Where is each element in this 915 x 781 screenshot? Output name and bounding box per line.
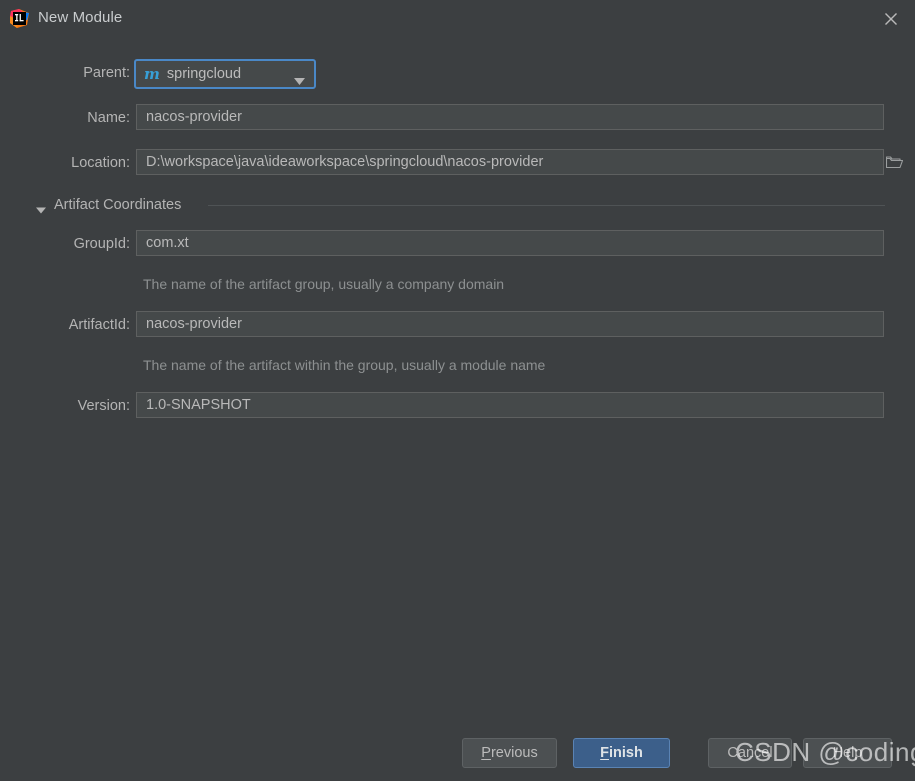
- artifact-id-row: ArtifactId: nacos-provider: [0, 311, 915, 339]
- maven-module-icon: m: [144, 64, 160, 83]
- dialog-title: New Module: [38, 9, 123, 26]
- artifact-id-label: ArtifactId:: [68, 317, 130, 333]
- finish-button-mnemonic: F: [600, 745, 609, 761]
- finish-button[interactable]: Finish: [573, 738, 670, 768]
- parent-row: Parent: m springcloud: [0, 59, 915, 89]
- version-label: Version:: [77, 398, 130, 414]
- intellij-idea-icon: [10, 9, 29, 28]
- artifact-coordinates-header[interactable]: Artifact Coordinates: [0, 195, 915, 215]
- cancel-button[interactable]: Cancel: [708, 738, 792, 768]
- chevron-down-icon: [294, 72, 305, 90]
- parent-label: Parent:: [83, 65, 130, 81]
- triangle-down-icon[interactable]: [36, 201, 46, 219]
- name-row: Name: nacos-provider: [0, 104, 915, 132]
- group-id-row: GroupId: com.xt: [0, 230, 915, 258]
- finish-button-label: inish: [609, 745, 643, 761]
- parent-value: springcloud: [166, 66, 242, 82]
- group-id-input[interactable]: com.xt: [136, 230, 884, 256]
- previous-button[interactable]: Previous: [462, 738, 557, 768]
- artifact-id-hint: The name of the artifact within the grou…: [143, 357, 546, 373]
- artifact-id-input[interactable]: nacos-provider: [136, 311, 884, 337]
- group-id-label: GroupId:: [73, 236, 130, 252]
- group-id-hint: The name of the artifact group, usually …: [143, 276, 505, 292]
- cancel-button-label: Cancel: [727, 745, 773, 761]
- previous-button-label: revious: [490, 745, 538, 761]
- version-row: Version: 1.0-SNAPSHOT: [0, 392, 915, 420]
- location-input[interactable]: D:\workspace\java\ideaworkspace\springcl…: [136, 149, 884, 175]
- name-label: Name:: [87, 110, 130, 126]
- section-divider: [208, 205, 885, 206]
- previous-button-mnemonic: P: [481, 745, 491, 761]
- name-input[interactable]: nacos-provider: [136, 104, 884, 130]
- close-icon[interactable]: [867, 0, 915, 37]
- help-button-label: Help: [832, 745, 863, 761]
- location-row: Location: D:\workspace\java\ideaworkspac…: [0, 149, 915, 177]
- new-module-form: Parent: m springcloud Name: nacos-provid…: [0, 37, 915, 717]
- artifact-coordinates-title: Artifact Coordinates: [54, 197, 182, 213]
- help-button[interactable]: Help: [803, 738, 892, 768]
- dialog-button-bar: Previous Finish Cancel Help: [0, 736, 915, 781]
- location-label: Location:: [71, 155, 130, 171]
- version-input[interactable]: 1.0-SNAPSHOT: [136, 392, 884, 418]
- dialog-title-bar: New Module: [0, 0, 915, 37]
- folder-icon[interactable]: [885, 155, 904, 174]
- parent-dropdown[interactable]: m springcloud: [134, 59, 316, 89]
